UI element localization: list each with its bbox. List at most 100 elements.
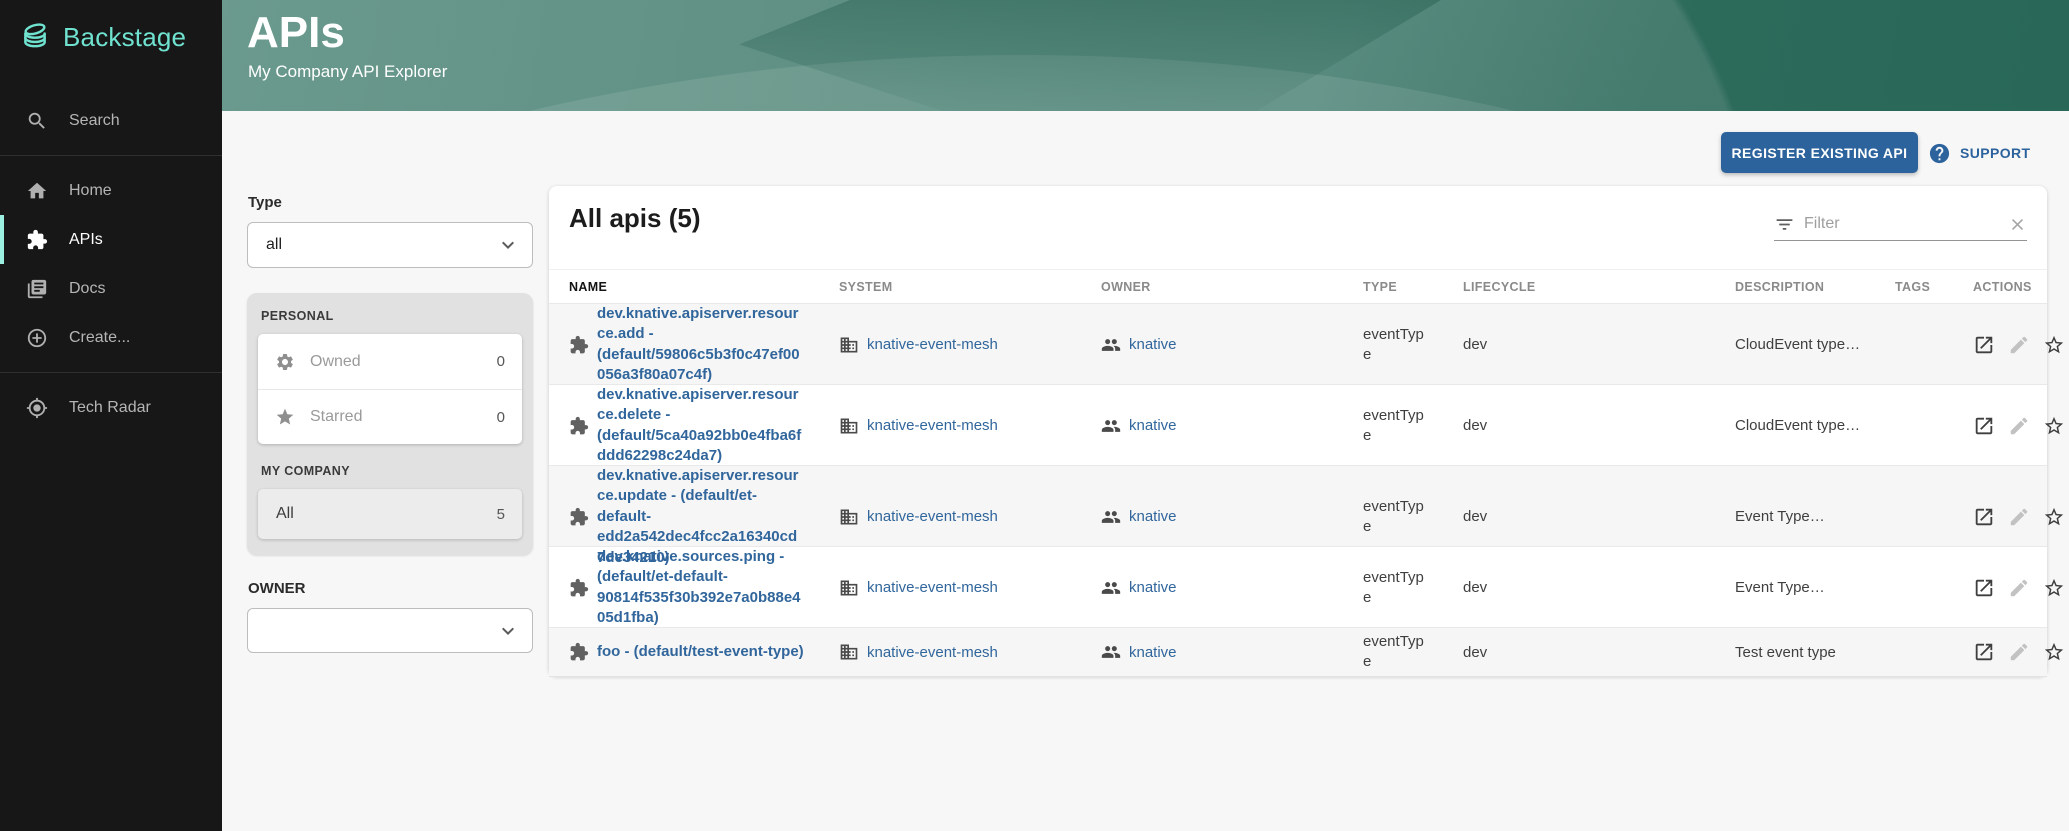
column-header-owner[interactable]: OWNER xyxy=(1101,280,1363,294)
open-in-new-icon[interactable] xyxy=(1973,641,1995,663)
backstage-logo[interactable]: Backstage xyxy=(0,0,222,70)
type-filter-select[interactable]: all xyxy=(247,222,533,268)
search-icon xyxy=(26,110,48,132)
type-filter-label: Type xyxy=(248,194,533,211)
type-cell: eventType xyxy=(1363,406,1427,447)
column-header-type[interactable]: TYPE xyxy=(1363,280,1463,294)
app-root: Backstage Search Home APIs Docs Create..… xyxy=(0,0,2069,831)
type-cell: eventType xyxy=(1363,632,1427,673)
system-link[interactable]: knative-event-mesh xyxy=(867,579,998,596)
actions-cell xyxy=(1973,577,2069,599)
system-cell: knative-event-mesh xyxy=(839,578,1101,598)
page-header: APIs My Company API Explorer xyxy=(222,0,2069,111)
extension-icon xyxy=(26,229,48,251)
api-table-card: All apis (5) NAME SYSTEM OWNER TYPE LIFE… xyxy=(549,186,2047,676)
page-title: APIs xyxy=(247,8,345,58)
lifecycle-cell: dev xyxy=(1463,508,1735,525)
owner-cell: knative xyxy=(1101,335,1363,355)
sidebar-divider xyxy=(0,372,222,373)
description-cell: CloudEvent type… xyxy=(1735,417,1895,434)
owner-cell: knative xyxy=(1101,416,1363,436)
star-border-icon[interactable] xyxy=(2043,641,2065,663)
owner-link[interactable]: knative xyxy=(1129,508,1177,525)
table-row: foo - (default/test-event-type) knative-… xyxy=(549,627,2047,677)
star-border-icon[interactable] xyxy=(2043,506,2065,528)
sidebar-item-apis[interactable]: APIs xyxy=(0,215,222,264)
sidebar-item-docs[interactable]: Docs xyxy=(0,264,222,313)
edit-icon[interactable] xyxy=(2008,641,2030,663)
edit-icon[interactable] xyxy=(2008,577,2030,599)
add-circle-icon xyxy=(26,327,48,349)
edit-icon[interactable] xyxy=(2008,506,2030,528)
owner-link[interactable]: knative xyxy=(1129,417,1177,434)
system-link[interactable]: knative-event-mesh xyxy=(867,336,998,353)
business-icon xyxy=(839,642,859,662)
business-icon xyxy=(839,507,859,527)
owner-filter-select[interactable] xyxy=(247,608,533,653)
system-cell: knative-event-mesh xyxy=(839,642,1101,662)
starred-label: Starred xyxy=(310,408,482,426)
edit-icon[interactable] xyxy=(2008,415,2030,437)
register-existing-api-button[interactable]: REGISTER EXISTING API xyxy=(1721,132,1918,173)
column-header-description[interactable]: DESCRIPTION xyxy=(1735,280,1895,294)
owner-link[interactable]: knative xyxy=(1129,336,1177,353)
all-filter-item[interactable]: All 5 xyxy=(258,489,522,539)
open-in-new-icon[interactable] xyxy=(1973,415,1995,437)
api-name-link[interactable]: dev.knative.sources.ping - (default/et-d… xyxy=(597,547,805,629)
extension-icon xyxy=(569,335,589,355)
support-label: SUPPORT xyxy=(1960,145,2030,161)
table-body: dev.knative.apiserver.resource.add - (de… xyxy=(549,303,2047,677)
table-row: dev.knative.apiserver.resource.add - (de… xyxy=(549,303,2047,384)
all-label: All xyxy=(275,505,482,523)
extension-icon xyxy=(569,578,589,598)
api-name-link[interactable]: foo - (default/test-event-type) xyxy=(597,642,805,662)
system-cell: knative-event-mesh xyxy=(839,335,1101,355)
api-name-link[interactable]: dev.knative.apiserver.resource.add - (de… xyxy=(597,304,805,386)
actions-cell xyxy=(1973,506,2069,528)
star-border-icon[interactable] xyxy=(2043,415,2065,437)
table-filter-input[interactable] xyxy=(1804,215,1999,233)
header-wave xyxy=(222,0,2069,111)
owner-link[interactable]: knative xyxy=(1129,644,1177,661)
owned-filter-item[interactable]: Owned 0 xyxy=(258,334,522,389)
starred-filter-item[interactable]: Starred 0 xyxy=(258,389,522,444)
open-in-new-icon[interactable] xyxy=(1973,577,1995,599)
sidebar-item-search[interactable]: Search xyxy=(0,96,222,145)
api-name-link[interactable]: dev.knative.apiserver.resource.delete - … xyxy=(597,385,805,467)
support-button[interactable]: SUPPORT xyxy=(1928,138,2030,168)
system-link[interactable]: knative-event-mesh xyxy=(867,644,998,661)
owner-cell: knative xyxy=(1101,578,1363,598)
system-link[interactable]: knative-event-mesh xyxy=(867,508,998,525)
actions-cell xyxy=(1973,334,2069,356)
open-in-new-icon[interactable] xyxy=(1973,334,1995,356)
sidebar-item-label: Docs xyxy=(69,280,105,298)
close-icon[interactable] xyxy=(2008,215,2027,234)
group-icon xyxy=(1101,416,1121,436)
owner-link[interactable]: knative xyxy=(1129,579,1177,596)
owner-filter-block: OWNER xyxy=(247,580,533,653)
star-border-icon[interactable] xyxy=(2043,334,2065,356)
business-icon xyxy=(839,335,859,355)
column-header-name[interactable]: NAME xyxy=(569,280,839,294)
column-header-tags[interactable]: TAGS xyxy=(1895,280,1973,294)
starred-count: 0 xyxy=(497,409,505,426)
system-link[interactable]: knative-event-mesh xyxy=(867,417,998,434)
backstage-logo-text: Backstage xyxy=(63,22,186,53)
owner-filter-label: OWNER xyxy=(248,580,533,597)
open-in-new-icon[interactable] xyxy=(1973,506,1995,528)
system-cell: knative-event-mesh xyxy=(839,416,1101,436)
column-header-system[interactable]: SYSTEM xyxy=(839,280,1101,294)
column-header-lifecycle[interactable]: LIFECYCLE xyxy=(1463,280,1735,294)
type-cell: eventType xyxy=(1363,568,1427,609)
company-section-header: MY COMPANY xyxy=(261,464,522,478)
sidebar-item-tech-radar[interactable]: Tech Radar xyxy=(0,383,222,432)
sidebar-item-create[interactable]: Create... xyxy=(0,313,222,362)
sidebar-item-label: Search xyxy=(69,112,120,130)
business-icon xyxy=(839,578,859,598)
table-header-row: NAME SYSTEM OWNER TYPE LIFECYCLE DESCRIP… xyxy=(549,269,2047,303)
owner-cell: knative xyxy=(1101,507,1363,527)
star-border-icon[interactable] xyxy=(2043,577,2065,599)
edit-icon[interactable] xyxy=(2008,334,2030,356)
backstage-logo-icon xyxy=(18,20,52,54)
sidebar-item-home[interactable]: Home xyxy=(0,166,222,215)
